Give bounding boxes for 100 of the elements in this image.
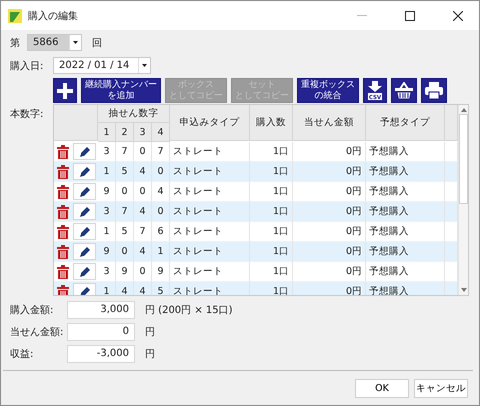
- table-cell: ストレート: [170, 222, 250, 242]
- edit-button[interactable]: [73, 263, 96, 280]
- column-header: 4: [152, 123, 170, 142]
- total-label: 当せん金額:: [10, 326, 64, 338]
- unit-label: 円: [145, 348, 155, 360]
- table-cell: 予想購入: [366, 182, 445, 202]
- table-cell: 1口: [250, 202, 293, 222]
- table-cell: 1口: [250, 182, 293, 202]
- scroll-up-icon[interactable]: [460, 108, 466, 112]
- printer-icon: [425, 82, 443, 99]
- table-cell: 7: [116, 202, 134, 222]
- total-label: 購入金額:: [10, 304, 54, 316]
- trash-icon[interactable]: [56, 164, 68, 178]
- print-button[interactable]: [421, 78, 447, 103]
- table-cell: 0円: [293, 182, 366, 202]
- table-cell: 0円: [293, 262, 366, 282]
- amount-field[interactable]: 0: [67, 322, 135, 340]
- basket-icon: [395, 82, 413, 99]
- trash-icon[interactable]: [56, 284, 68, 295]
- ok-button[interactable]: OK: [355, 379, 409, 398]
- pencil-icon: [80, 186, 90, 196]
- table-cell: 0円: [293, 222, 366, 242]
- column-header: 抽せん数字: [98, 105, 170, 123]
- plus-icon: [57, 82, 73, 98]
- table-cell: [445, 182, 458, 202]
- add-button[interactable]: [53, 78, 77, 103]
- purchase-date-label: 購入日:: [10, 60, 44, 72]
- table-cell: 9: [152, 262, 170, 282]
- scrollbar[interactable]: [458, 105, 468, 295]
- table-cell: 4: [134, 282, 152, 295]
- pencil-icon: [80, 166, 90, 176]
- table-cell: 0円: [293, 142, 366, 162]
- edit-button[interactable]: [73, 283, 96, 295]
- edit-button[interactable]: [73, 203, 96, 220]
- numbers-label: 本数字:: [10, 108, 44, 122]
- trash-icon[interactable]: [56, 184, 68, 198]
- table-cell: 5: [116, 162, 134, 182]
- table-cell: [445, 142, 458, 162]
- unit-label: 円 (200円 × 15口): [145, 304, 233, 316]
- table-cell: 9: [116, 262, 134, 282]
- table-cell: ストレート: [170, 182, 250, 202]
- amount-field[interactable]: -3,000: [67, 344, 135, 362]
- table-cell: 0円: [293, 242, 366, 262]
- edit-button[interactable]: [73, 183, 96, 200]
- table-cell: 3: [98, 142, 116, 162]
- column-header: 購入数: [250, 105, 293, 141]
- basket-button[interactable]: [391, 78, 417, 103]
- edit-button[interactable]: [73, 223, 96, 240]
- table-cell: 4: [134, 242, 152, 262]
- table-cell: ストレート: [170, 262, 250, 282]
- column-header: 1: [98, 123, 116, 142]
- pencil-icon: [80, 226, 90, 236]
- pencil-icon: [80, 286, 90, 295]
- toolbar-button[interactable]: 重複ボックス の統合: [297, 78, 359, 103]
- toolbar-button[interactable]: 継続購入ナンバー を追加: [81, 78, 161, 103]
- table-cell: 4: [116, 282, 134, 295]
- table-cell: ストレート: [170, 142, 250, 162]
- total-label: 収益:: [10, 348, 34, 360]
- table-cell: 予想購入: [366, 162, 445, 182]
- table-cell: 3: [98, 262, 116, 282]
- draw-number-dropdown[interactable]: 5866: [27, 34, 82, 51]
- pencil-icon: [80, 246, 90, 256]
- table-cell: 5: [116, 222, 134, 242]
- trash-icon[interactable]: [56, 264, 68, 278]
- table-cell: 6: [152, 222, 170, 242]
- column-header: 予想タイプ: [366, 105, 445, 141]
- table-cell: 予想購入: [366, 242, 445, 262]
- table-cell: 7: [134, 222, 152, 242]
- cancel-button[interactable]: キャンセル: [414, 379, 468, 398]
- table-cell: 4: [134, 162, 152, 182]
- table-cell: 1口: [250, 142, 293, 162]
- trash-icon[interactable]: [56, 144, 68, 158]
- table-cell: ストレート: [170, 282, 250, 295]
- table-cell: 1: [98, 222, 116, 242]
- table-cell: [445, 202, 458, 222]
- table-cell: 9: [98, 242, 116, 262]
- table-cell: 1口: [250, 162, 293, 182]
- scroll-down-icon[interactable]: [460, 288, 466, 292]
- app-logo-icon: [8, 8, 22, 22]
- table-cell: [445, 242, 458, 262]
- table-cell: 7: [152, 142, 170, 162]
- table-cell: 0円: [293, 202, 366, 222]
- trash-icon[interactable]: [56, 224, 68, 238]
- dropdown-arrow-icon: [73, 41, 78, 44]
- edit-button[interactable]: [73, 163, 96, 180]
- table-cell: 9: [98, 182, 116, 202]
- table-cell: 0: [134, 182, 152, 202]
- table-cell: ストレート: [170, 202, 250, 222]
- purchase-date-picker[interactable]: 2022 / 01 / 14: [53, 57, 151, 74]
- table-cell: 0: [134, 142, 152, 162]
- edit-button[interactable]: [73, 243, 96, 260]
- amount-field[interactable]: 3,000: [67, 300, 135, 318]
- edit-button[interactable]: [73, 143, 96, 160]
- trash-icon[interactable]: [56, 204, 68, 218]
- trash-icon[interactable]: [56, 244, 68, 258]
- table-cell: ストレート: [170, 162, 250, 182]
- table-cell: 0: [116, 182, 134, 202]
- table-cell: 1: [152, 242, 170, 262]
- window-title: 購入の編集: [28, 10, 79, 22]
- column-header: 3: [134, 123, 152, 142]
